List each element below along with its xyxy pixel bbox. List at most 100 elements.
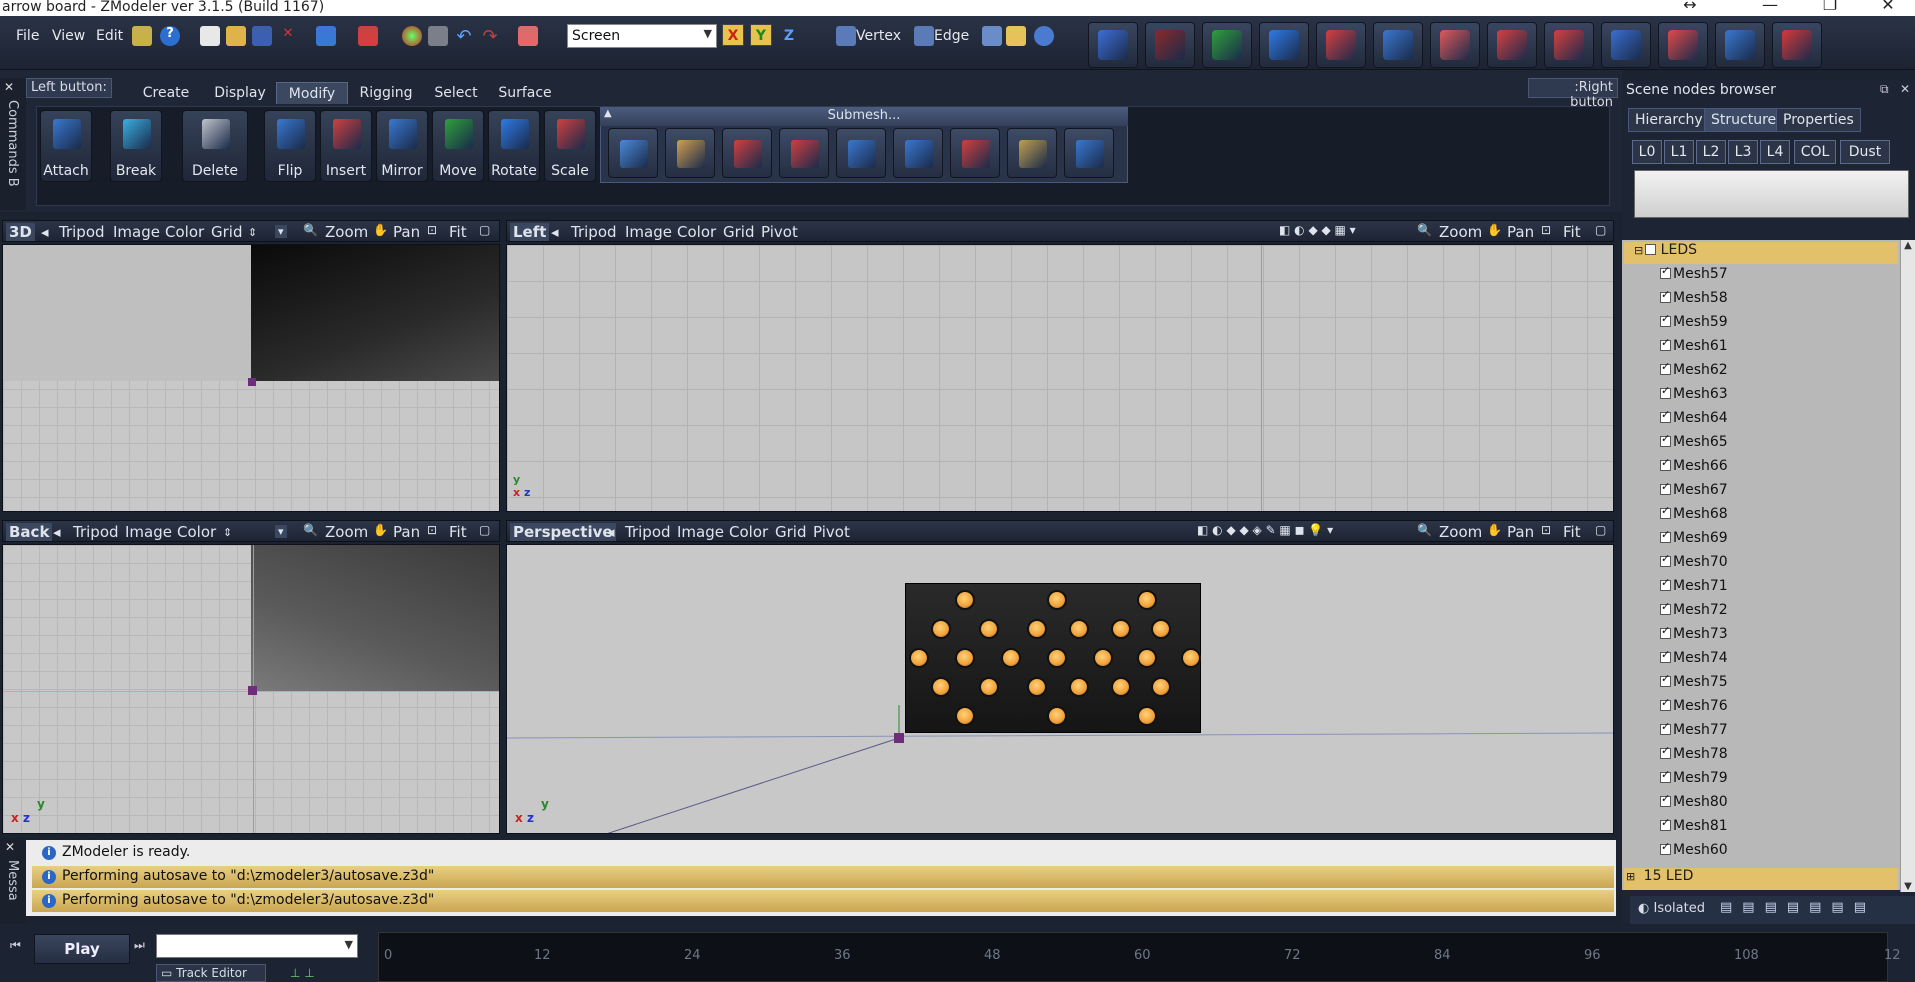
vertex-mode-button[interactable]: Vertex xyxy=(856,28,901,44)
checkbox-icon[interactable] xyxy=(1660,432,1671,447)
vpleft-zoom[interactable]: Zoom xyxy=(1439,223,1482,241)
maximize-viewport-icon[interactable]: ▢ xyxy=(1595,523,1606,537)
tree-item-mesh[interactable]: Mesh69 xyxy=(1660,528,1728,552)
vpback-tripod[interactable]: Tripod xyxy=(73,523,119,541)
tree-item-mesh[interactable]: Mesh63 xyxy=(1660,384,1728,408)
viewport-perspective[interactable]: yx z xyxy=(506,544,1614,834)
extrude-button[interactable] xyxy=(1601,22,1651,68)
viewport-3d[interactable] xyxy=(2,244,500,512)
lod-l4[interactable]: L4 xyxy=(1760,140,1790,164)
axis-z-toggle[interactable]: Z xyxy=(778,24,800,46)
reset-icon[interactable] xyxy=(518,26,538,46)
track-editor-button[interactable]: ▭ Track Editor xyxy=(156,964,266,982)
timeline-track[interactable] xyxy=(378,932,1888,982)
viewport-left[interactable]: yx z xyxy=(506,244,1614,512)
submesh-title[interactable]: ▲ Submesh... xyxy=(600,108,1128,126)
tree-item-mesh[interactable]: Mesh76 xyxy=(1660,696,1728,720)
vpleft-tripod[interactable]: Tripod xyxy=(571,223,617,241)
redo-button[interactable] xyxy=(1145,22,1195,68)
tree-item-mesh[interactable]: Mesh57 xyxy=(1660,264,1728,288)
scale-tool-button[interactable]: Scale xyxy=(544,110,596,182)
insert-button[interactable] xyxy=(1487,22,1537,68)
lod-dust[interactable]: Dust xyxy=(1840,140,1890,164)
checkbox-icon[interactable] xyxy=(1660,312,1671,327)
vppersp-image[interactable]: Image xyxy=(677,523,724,541)
maximize-viewport-icon[interactable]: ▢ xyxy=(479,223,490,237)
checkbox-icon[interactable] xyxy=(1660,600,1671,615)
axis-y-toggle[interactable]: Y xyxy=(750,24,772,46)
tab-modify[interactable]: Modify xyxy=(276,82,348,104)
tree-item-mesh[interactable]: Mesh65 xyxy=(1660,432,1728,456)
maximize-icon[interactable]: ❐ xyxy=(1810,0,1850,13)
maximize-viewport-icon[interactable]: ▢ xyxy=(479,523,490,537)
insert-tool-button[interactable]: Insert xyxy=(320,110,372,182)
vp3d-pan[interactable]: Pan xyxy=(393,223,420,241)
cube-button[interactable] xyxy=(1715,22,1765,68)
checkbox-icon[interactable] xyxy=(1660,480,1671,495)
minimize-icon[interactable]: — xyxy=(1750,0,1790,13)
tab-structure[interactable]: Structure xyxy=(1704,108,1784,132)
vppersp-grid[interactable]: Grid xyxy=(775,523,806,541)
lod-l2[interactable]: L2 xyxy=(1696,140,1726,164)
cut-button[interactable] xyxy=(1658,22,1708,68)
checkbox-icon[interactable] xyxy=(1660,264,1671,279)
vp3d-tripod[interactable]: Tripod xyxy=(59,223,105,241)
scene-mode-icon[interactable] xyxy=(1034,26,1054,46)
redo-small-icon[interactable]: ↷ xyxy=(480,26,500,47)
vp3d-image[interactable]: Image xyxy=(113,223,160,241)
help-icon[interactable]: ? xyxy=(160,26,180,46)
vpback-fit[interactable]: Fit xyxy=(449,523,467,541)
tree-item-mesh[interactable]: Mesh81 xyxy=(1660,816,1728,840)
scale-button[interactable] xyxy=(1316,22,1366,68)
delete-tool-button[interactable]: Delete xyxy=(182,110,248,182)
rotate-button[interactable] xyxy=(1259,22,1309,68)
tree-item-mesh[interactable]: Mesh72 xyxy=(1660,600,1728,624)
screen-space-select[interactable]: Screen ▼ xyxy=(567,24,717,48)
resize-icon[interactable]: ↔ xyxy=(1670,0,1710,13)
vppersp-pivot[interactable]: Pivot xyxy=(813,523,850,541)
menu-edit[interactable]: Edit xyxy=(96,28,123,44)
left-arrow-icon[interactable]: ◂ xyxy=(41,223,49,241)
mirror-tool-button[interactable]: Mirror xyxy=(376,110,428,182)
checkbox-icon[interactable] xyxy=(1660,504,1671,519)
tree-item-mesh[interactable]: Mesh66 xyxy=(1660,456,1728,480)
tree-item-mesh[interactable]: Mesh60 xyxy=(1660,840,1728,864)
display-modes-icon[interactable]: ◧ ◐ ◆ ◆ ◈ ✎ ▦ ◼ 💡 ▾ xyxy=(1197,523,1333,537)
sphere-button[interactable] xyxy=(1772,22,1822,68)
break-tool-button[interactable]: Break xyxy=(110,110,162,182)
vppersp-fit[interactable]: Fit xyxy=(1563,523,1581,541)
face-mode-icon[interactable] xyxy=(982,26,1002,46)
close-panel-icon[interactable]: ✕ xyxy=(4,80,14,94)
tab-create[interactable]: Create xyxy=(128,82,204,104)
isolated-toggle[interactable]: ◐ Isolated xyxy=(1638,901,1705,916)
checkbox-icon[interactable] xyxy=(1660,384,1671,399)
tree-item-mesh[interactable]: Mesh64 xyxy=(1660,408,1728,432)
checkbox-icon[interactable] xyxy=(1660,552,1671,567)
left-arrow-icon[interactable]: ◂ xyxy=(607,523,615,541)
tab-select[interactable]: Select xyxy=(424,82,488,104)
delete-x-icon[interactable]: ✕ xyxy=(278,26,298,46)
tree-item-mesh[interactable]: Mesh74 xyxy=(1660,648,1728,672)
submesh-insert-button[interactable] xyxy=(893,128,943,178)
tree-item-mesh[interactable]: Mesh70 xyxy=(1660,552,1728,576)
vppersp-pan[interactable]: Pan xyxy=(1507,523,1534,541)
vp3d-grid[interactable]: Grid xyxy=(211,223,242,241)
chevron-down-icon[interactable]: ▾ xyxy=(275,525,287,538)
tab-display[interactable]: Display xyxy=(206,82,274,104)
scroll-down-icon[interactable]: ▼ xyxy=(1901,881,1915,892)
checkbox-icon[interactable] xyxy=(1660,576,1671,591)
close-panel-icon[interactable]: ✕ xyxy=(1900,82,1910,96)
checkbox-icon[interactable] xyxy=(1660,624,1671,639)
checkbox-icon[interactable] xyxy=(1660,840,1671,855)
tab-properties[interactable]: Properties xyxy=(1776,108,1861,132)
checkbox-icon[interactable] xyxy=(1645,244,1657,255)
submesh-break-button[interactable] xyxy=(779,128,829,178)
tree-item-mesh[interactable]: Mesh68 xyxy=(1660,504,1728,528)
tree-scrollbar[interactable]: ▲ ▼ xyxy=(1900,240,1915,892)
checkbox-icon[interactable] xyxy=(1660,408,1671,423)
tree-item-mesh[interactable]: Mesh78 xyxy=(1660,744,1728,768)
track-select[interactable]: ▼ xyxy=(156,934,358,958)
open-folder-icon[interactable] xyxy=(226,26,246,46)
submesh-box-button[interactable] xyxy=(608,128,658,178)
checkbox-icon[interactable] xyxy=(1660,696,1671,711)
